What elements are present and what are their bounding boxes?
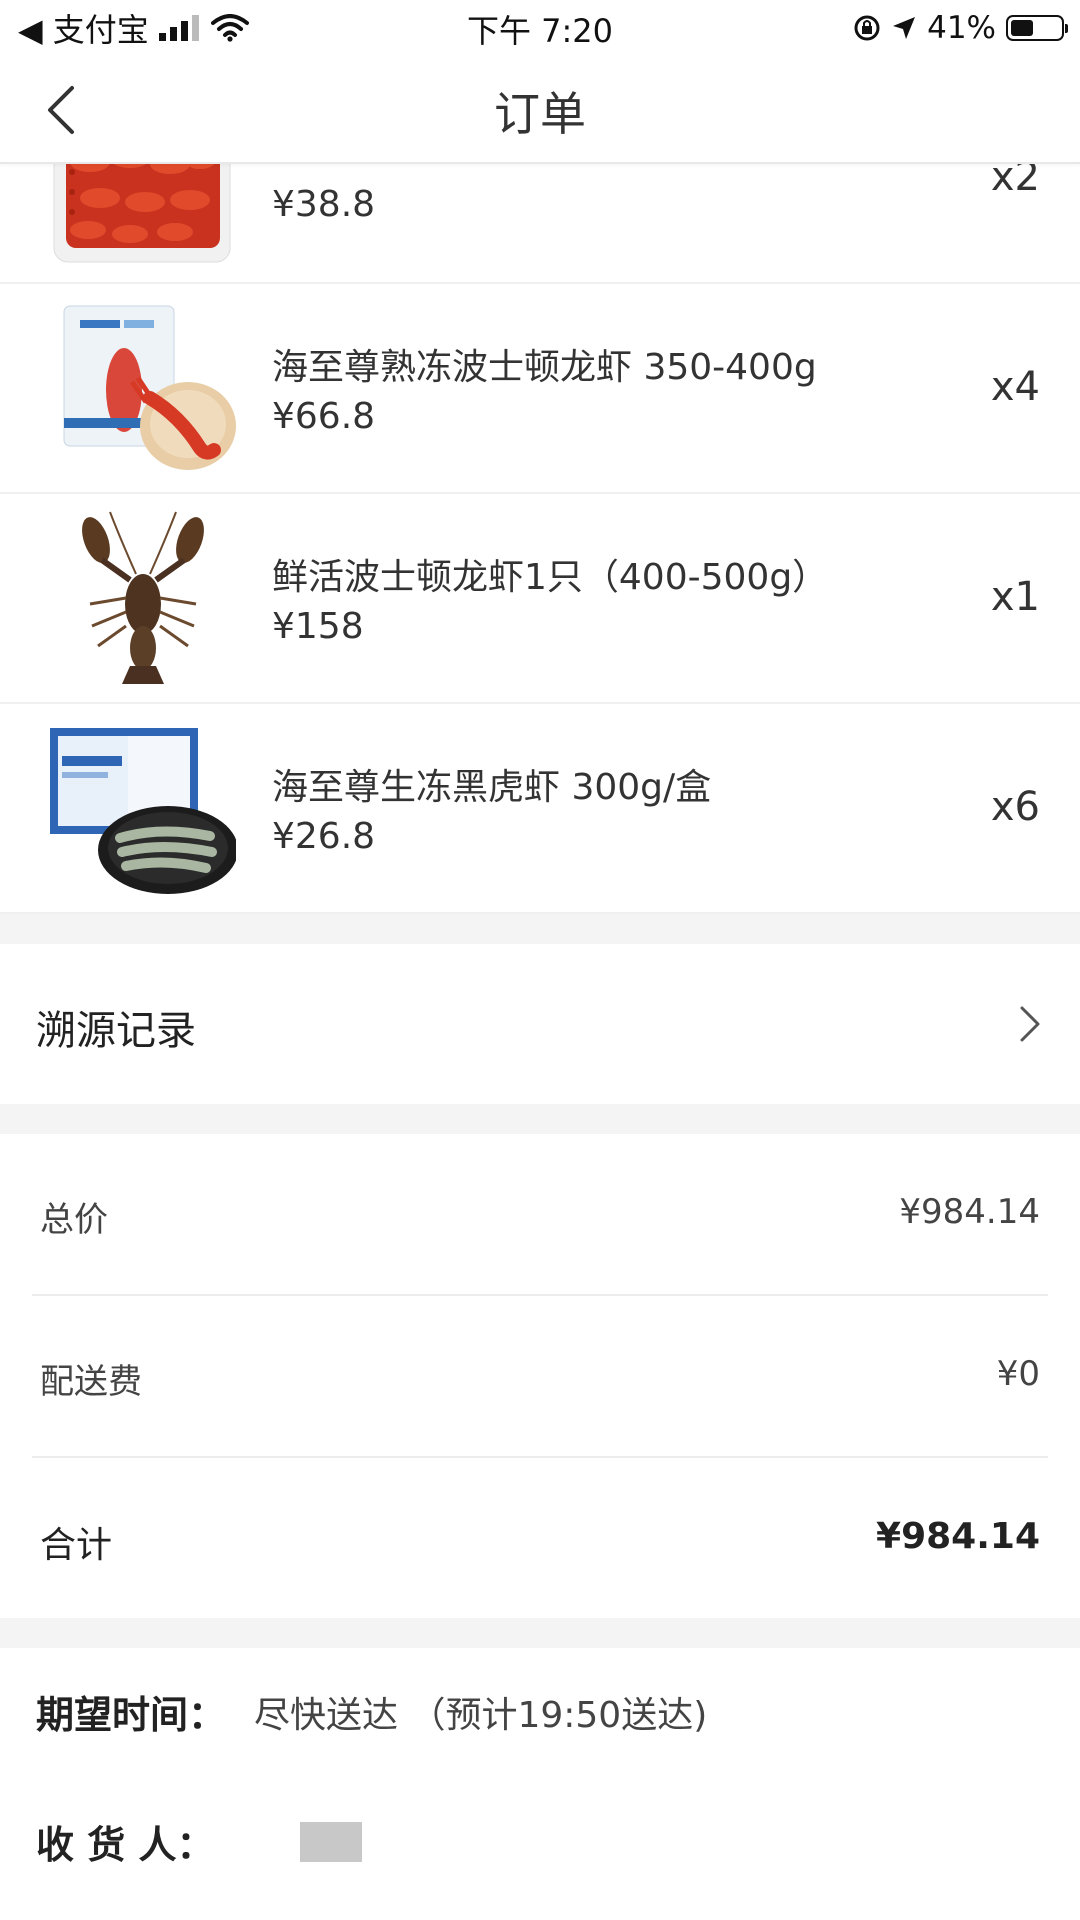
trace-record-row[interactable]: 溯源记录 [0,944,1080,1104]
expected-time-label: 期望时间： [36,1693,227,1737]
product-price: ¥158 [272,606,364,647]
delivery-fee-value: ¥0 [996,1354,1040,1394]
back-to-app-link[interactable]: ◀ 支付宝 [18,5,149,51]
delivery-info: 期望时间： 尽快送达 （预计19:50送达) 收 货 人： [0,1648,1080,1908]
product-price: ¥38.8 [272,184,376,225]
grand-total-value: ¥984.14 [876,1516,1040,1557]
battery-percent: 41% [927,10,996,46]
product-name: 海至尊熟冻波士顿龙虾 350-400g [272,347,817,388]
location-arrow-icon [893,17,916,39]
tiger-shrimp-box-image [50,728,236,894]
status-bar-right: 41% [853,6,1068,50]
product-quantity: x4 [990,364,1040,410]
receiver-label: 收 货 人： [36,1823,215,1867]
product-row[interactable]: 鲜活波士顿龙虾1只（400-500g） ¥158 x1 [0,494,1080,704]
section-divider [0,1618,1080,1648]
rotation-lock-icon [854,15,880,41]
redacted-receiver-name [300,1822,362,1862]
order-content[interactable]: ¥38.8 x2 海至尊熟冻波士顿龙虾 350-400g ¥66.8 x4 鲜活… [0,162,1080,1908]
receiver-row: 收 货 人： [0,1778,1080,1908]
trace-record-label: 溯源记录 [36,1008,196,1054]
product-name: 鲜活波士顿龙虾1只（400-500g） [272,557,829,598]
product-quantity: x6 [990,784,1040,830]
section-divider [0,914,1080,944]
crayfish-tray-image [53,162,231,263]
cellular-signal-icon [158,15,199,41]
product-price: ¥26.8 [272,816,376,857]
live-lobster-image [82,511,204,684]
product-row[interactable]: 海至尊熟冻波士顿龙虾 350-400g ¥66.8 x4 [0,284,1080,494]
frozen-lobster-pack-image [63,305,236,470]
grand-total-label: 合计 [40,1525,113,1566]
battery-icon [1006,15,1068,41]
wifi-icon [210,14,249,42]
section-divider [0,1104,1080,1134]
expected-time-value: 尽快送达 （预计19:50送达) [254,1695,708,1736]
page-title: 订单 [494,87,586,141]
status-bar-left: ◀ 支付宝 [18,6,249,50]
chevron-right-icon [1020,1006,1040,1042]
grand-total-row: 合计 ¥984.14 [32,1458,1048,1618]
total-price-label: 总价 [40,1200,108,1240]
navigation-bar: 订单 [0,56,1080,164]
product-name: 海至尊生冻黑虎虾 300g/盒 [272,767,712,808]
delivery-fee-row: 配送费 ¥0 [32,1296,1048,1458]
delivery-fee-label: 配送费 [40,1362,142,1402]
product-price: ¥66.8 [272,396,376,437]
product-row[interactable]: ¥38.8 x2 [0,162,1080,284]
product-quantity: x2 [990,162,1040,200]
total-price-row: 总价 ¥984.14 [32,1134,1048,1296]
expected-time-row: 期望时间： 尽快送达 （预计19:50送达) [0,1648,1080,1778]
product-row[interactable]: 海至尊生冻黑虎虾 300g/盒 ¥26.8 x6 [0,704,1080,914]
status-bar: ◀ 支付宝 下午 7:20 41% [0,0,1080,56]
price-summary: 总价 ¥984.14 配送费 ¥0 合计 ¥984.14 [0,1134,1080,1618]
total-price-value: ¥984.14 [899,1192,1040,1232]
product-quantity: x1 [990,574,1040,620]
